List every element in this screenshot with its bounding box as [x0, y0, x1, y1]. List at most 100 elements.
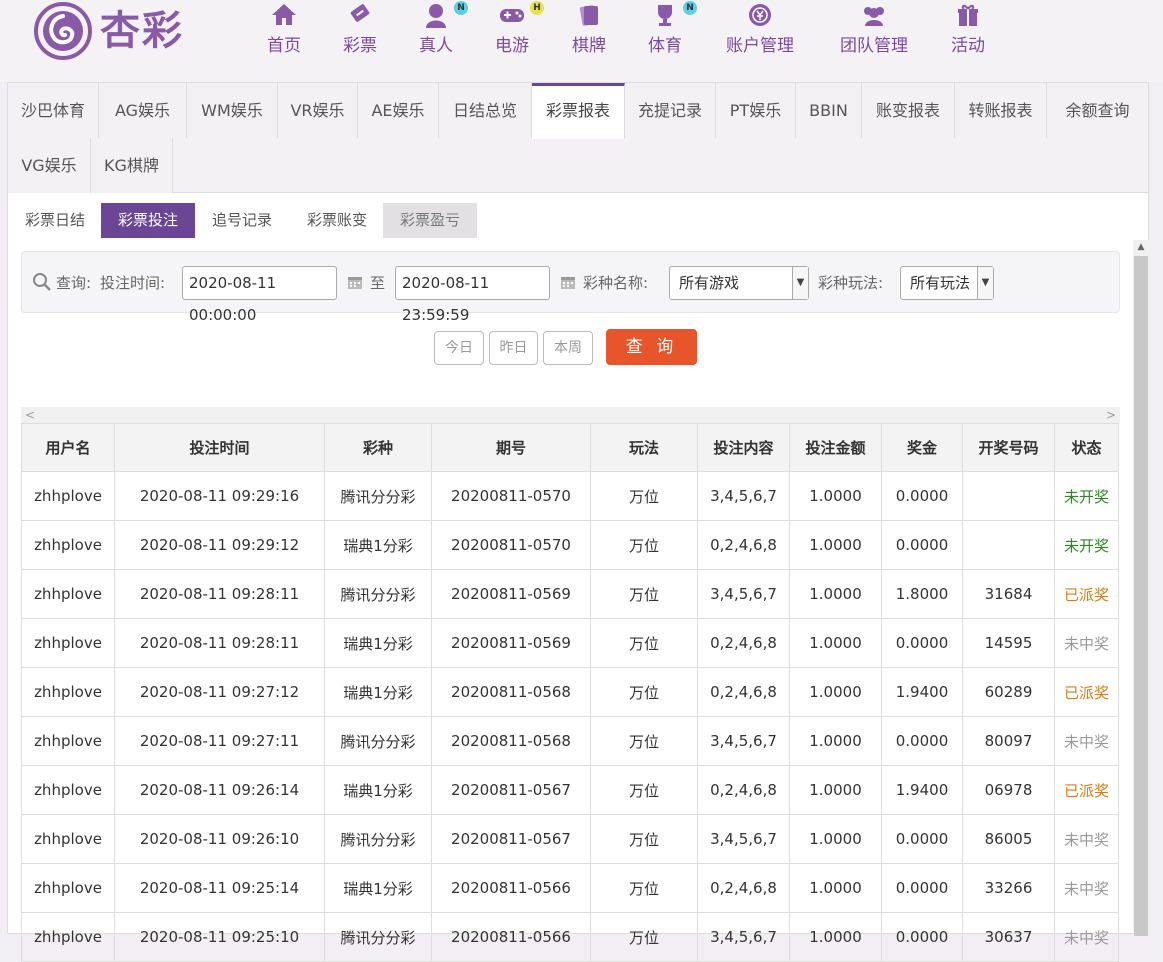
- cell-content: 3,4,5,6,7: [697, 471, 790, 521]
- cell-amount: 1.0000: [789, 471, 882, 521]
- cell-content: 3,4,5,6,7: [697, 912, 790, 962]
- nav-egames[interactable]: H 电游: [492, 1, 544, 56]
- cell-content: 3,4,5,6,7: [697, 814, 790, 864]
- this-week-button[interactable]: 本周: [543, 331, 593, 365]
- cell-content: 0,2,4,6,8: [697, 520, 790, 570]
- subtab-profit-loss[interactable]: 彩票盈亏: [383, 203, 477, 238]
- lottery-select[interactable]: 所有游戏 ▼: [669, 266, 809, 300]
- scroll-up-icon[interactable]: ▲: [1133, 240, 1149, 254]
- tab-bbin[interactable]: BBIN: [796, 83, 862, 138]
- tab-vr[interactable]: VR娱乐: [278, 83, 358, 138]
- scroll-right-icon[interactable]: >: [1106, 407, 1116, 423]
- bets-table: 用户名 投注时间 彩种 期号 玩法 投注内容 投注金额 奖金 开奖号码 状态 z…: [21, 423, 1119, 962]
- cell-issue: 20200811-0567: [431, 814, 591, 864]
- table-row: zhhplove 2020-08-11 09:25:14 瑞典1分彩 20200811…: [21, 863, 1119, 913]
- cell-bonus: 1.9400: [881, 765, 963, 815]
- cell-play: 万位: [590, 716, 698, 766]
- cell-bonus: 1.9400: [881, 667, 963, 717]
- tab-wm[interactable]: WM娱乐: [187, 83, 278, 138]
- tab-balance-change[interactable]: 账变报表: [862, 83, 955, 138]
- cell-draw-number: 33266: [962, 863, 1055, 913]
- tab-daily-overview[interactable]: 日结总览: [439, 83, 532, 138]
- nav-chess[interactable]: 棋牌: [569, 2, 609, 56]
- site-header: 杏彩 首页 彩票 N 真人 H 电游 棋牌 N 体育 账户管理 团队管理 活动: [0, 0, 1163, 82]
- cell-status: 未中奖: [1054, 618, 1119, 668]
- tab-deposit-withdraw[interactable]: 充提记录: [625, 83, 716, 138]
- query-label: 查询:: [56, 274, 92, 292]
- yesterday-button[interactable]: 昨日: [489, 331, 538, 365]
- hot-badge: H: [530, 1, 544, 15]
- bet-time-label: 投注时间:: [100, 274, 166, 292]
- horizontal-scrollbar[interactable]: < >: [21, 407, 1120, 423]
- tab-vg[interactable]: VG娱乐: [8, 138, 91, 193]
- subtab-account-change[interactable]: 彩票账变: [295, 203, 379, 238]
- tab-ag[interactable]: AG娱乐: [99, 83, 187, 138]
- nav-sports[interactable]: N 体育: [645, 1, 697, 56]
- lottery-name-label: 彩种名称:: [583, 274, 649, 292]
- query-button[interactable]: 查 询: [606, 329, 697, 365]
- today-button[interactable]: 今日: [434, 331, 484, 365]
- nav-label: 首页: [267, 36, 301, 56]
- table-row: zhhplove 2020-08-11 09:29:16 腾讯分分彩 20200811…: [21, 471, 1119, 521]
- cell-bonus: 1.8000: [881, 569, 963, 619]
- col-content: 投注内容: [697, 423, 790, 472]
- cell-issue: 20200811-0569: [431, 618, 591, 668]
- nav-home[interactable]: 首页: [264, 2, 304, 56]
- cell-bonus: 0.0000: [881, 520, 963, 570]
- subtab-chase[interactable]: 追号记录: [200, 203, 284, 238]
- tab-pt[interactable]: PT娱乐: [716, 83, 796, 138]
- scroll-thumb[interactable]: [1134, 256, 1148, 936]
- nav-team[interactable]: 团队管理: [836, 2, 912, 56]
- table-row: zhhplove 2020-08-11 09:28:11 瑞典1分彩 20200811…: [21, 618, 1119, 668]
- cell-bonus: 0.0000: [881, 471, 963, 521]
- vertical-scrollbar[interactable]: ▲: [1133, 240, 1149, 936]
- tab-kg[interactable]: KG棋牌: [91, 138, 173, 193]
- scroll-left-icon[interactable]: <: [25, 407, 35, 423]
- cell-draw-number: [962, 471, 1055, 521]
- subtab-daily[interactable]: 彩票日结: [14, 203, 96, 238]
- nav-account[interactable]: 账户管理: [722, 2, 798, 56]
- cell-status: 已派奖: [1054, 765, 1119, 815]
- cell-content: 0,2,4,6,8: [697, 667, 790, 717]
- nav-live[interactable]: N 真人: [416, 1, 468, 56]
- cell-status: 未中奖: [1054, 863, 1119, 913]
- end-time-input[interactable]: 2020-08-11 23:59:59: [395, 266, 550, 324]
- cell-play: 万位: [590, 618, 698, 668]
- cell-bet-time: 2020-08-11 09:26:10: [114, 814, 325, 864]
- cell-bonus: 0.0000: [881, 618, 963, 668]
- cell-play: 万位: [590, 471, 698, 521]
- cell-username: zhhplove: [21, 569, 115, 619]
- cell-status: 未中奖: [1054, 814, 1119, 864]
- tab-balance-query[interactable]: 余额查询: [1047, 83, 1148, 138]
- tab-saba[interactable]: 沙巴体育: [8, 83, 99, 138]
- tab-transfer-report[interactable]: 转账报表: [955, 83, 1047, 138]
- nav-promotions[interactable]: 活动: [948, 2, 988, 56]
- tab-ae[interactable]: AE娱乐: [358, 83, 439, 138]
- table-row: zhhplove 2020-08-11 09:29:12 瑞典1分彩 20200811…: [21, 520, 1119, 570]
- tab-lottery-report[interactable]: 彩票报表: [532, 83, 625, 139]
- cell-content: 0,2,4,6,8: [697, 618, 790, 668]
- calendar-icon[interactable]: [560, 274, 576, 290]
- cell-amount: 1.0000: [789, 520, 882, 570]
- calendar-icon[interactable]: [347, 274, 363, 290]
- cell-lottery: 瑞典1分彩: [324, 765, 432, 815]
- subtab-bets[interactable]: 彩票投注: [101, 203, 195, 238]
- cell-bet-time: 2020-08-11 09:29:12: [114, 520, 325, 570]
- cell-lottery: 瑞典1分彩: [324, 618, 432, 668]
- dealer-icon: N: [416, 1, 468, 28]
- cell-lottery: 腾讯分分彩: [324, 814, 432, 864]
- cell-play: 万位: [590, 667, 698, 717]
- new-badge: N: [683, 1, 697, 15]
- cell-bonus: 0.0000: [881, 912, 963, 962]
- col-draw-number: 开奖号码: [962, 423, 1055, 472]
- cell-amount: 1.0000: [789, 765, 882, 815]
- start-time-input[interactable]: 2020-08-11 00:00:00: [182, 266, 337, 324]
- cell-status: 已派奖: [1054, 569, 1119, 619]
- cell-bonus: 0.0000: [881, 716, 963, 766]
- gift-icon: [948, 2, 988, 28]
- play-type-select[interactable]: 所有玩法 ▼: [900, 266, 994, 300]
- cell-lottery: 腾讯分分彩: [324, 569, 432, 619]
- trophy-icon: N: [645, 1, 697, 28]
- nav-lottery[interactable]: 彩票: [340, 2, 380, 56]
- search-icon: [33, 273, 51, 291]
